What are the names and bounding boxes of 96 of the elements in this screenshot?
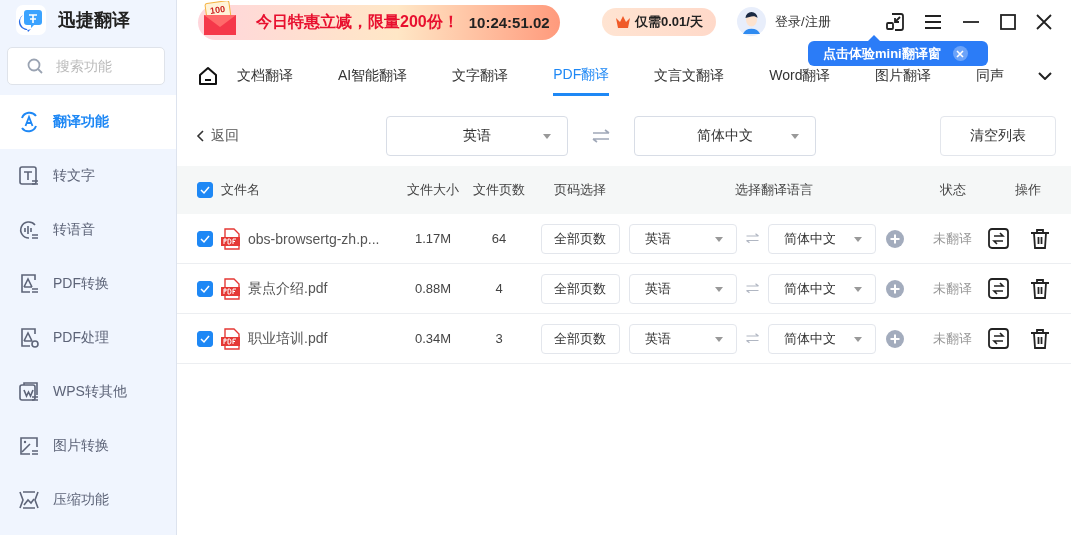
tab[interactable]: 同声: [976, 55, 1005, 96]
caret-icon: [543, 134, 551, 139]
image-icon: [18, 435, 40, 457]
source-language-dropdown[interactable]: 英语: [629, 223, 737, 254]
tab[interactable]: AI智能翻译: [338, 55, 408, 96]
caret-icon: [715, 286, 723, 292]
back-button[interactable]: 返回: [196, 127, 239, 145]
page-range-button[interactable]: 全部页数: [540, 323, 620, 354]
price-label: 仅需0.01/天: [635, 12, 703, 31]
chevron-left-icon: [196, 130, 204, 142]
price-badge[interactable]: 仅需0.01/天: [602, 7, 716, 36]
target-language-dropdown[interactable]: 简体中文: [634, 116, 816, 156]
sidebar-item[interactable]: PDF转换: [0, 257, 176, 311]
mini-window-icon[interactable]: [886, 12, 904, 31]
compress-icon: [18, 489, 40, 511]
pdf-settings-icon: [18, 327, 40, 349]
tab[interactable]: 文字翻译: [452, 55, 509, 96]
source-language-dropdown[interactable]: 英语: [629, 273, 737, 304]
checkbox[interactable]: [197, 182, 213, 199]
voice-icon: [18, 219, 40, 241]
text-icon: [18, 165, 40, 187]
promo-text: 今日特惠立减，限量200份！: [256, 12, 459, 32]
file-name: obs-browsertg-zh.p...: [248, 230, 380, 247]
checkbox[interactable]: [197, 330, 213, 347]
chevron-down-icon[interactable]: [1038, 71, 1052, 80]
table-cell: 0.88M: [414, 281, 452, 296]
avatar-icon: [737, 7, 766, 36]
home-icon[interactable]: [198, 65, 218, 86]
tab[interactable]: PDF翻译: [553, 55, 610, 96]
sidebar-item[interactable]: 压缩功能: [0, 473, 176, 527]
status-text: 未翻译: [933, 230, 972, 246]
trash-icon[interactable]: [1030, 228, 1050, 249]
target-language-dropdown[interactable]: 简体中文: [768, 273, 876, 304]
logo-icon: [18, 7, 44, 33]
tooltip-text: 点击体验mini翻译窗: [823, 44, 941, 63]
login-link[interactable]: 登录/注册: [737, 7, 831, 36]
caret-icon: [715, 336, 723, 342]
app-name: 迅捷翻译: [58, 9, 130, 32]
sidebar-item[interactable]: 转语音: [0, 203, 176, 257]
file-name: 景点介绍.pdf: [248, 279, 328, 298]
status-text: 未翻译: [933, 330, 972, 346]
sidebar-item[interactable]: PDF处理: [0, 311, 176, 365]
caret-icon: [854, 336, 862, 342]
trash-icon[interactable]: [1030, 328, 1050, 349]
column-header: 状态: [939, 182, 966, 197]
swap-icon[interactable]: [988, 328, 1009, 349]
caret-icon: [854, 286, 862, 292]
caret-icon: [791, 134, 799, 139]
pdf-file-icon: [220, 327, 242, 350]
page-range-button[interactable]: 全部页数: [540, 223, 620, 254]
table-cell: 4: [495, 281, 503, 296]
table-cell: 0.34M: [414, 331, 452, 346]
table-cell: 3: [495, 331, 503, 346]
translate-icon: [18, 111, 40, 133]
table-cell: 1.17M: [414, 231, 452, 246]
caret-icon: [854, 236, 862, 242]
trash-icon[interactable]: [1030, 278, 1050, 299]
column-header: 选择翻译语言: [735, 182, 813, 197]
check-icon: [199, 184, 211, 197]
menu-icon[interactable]: [924, 13, 942, 30]
sidebar-item[interactable]: WPS转其他: [0, 365, 176, 419]
clear-list-button[interactable]: 清空列表: [940, 116, 1056, 156]
search-icon: [27, 58, 43, 74]
badge-text: 100: [209, 3, 226, 16]
target-language-dropdown[interactable]: 简体中文: [768, 223, 876, 254]
tab[interactable]: 文档翻译: [237, 55, 293, 96]
swap-icon[interactable]: [988, 228, 1009, 249]
document-icon: [18, 381, 40, 403]
column-header: 文件名: [221, 182, 260, 197]
status-text: 未翻译: [933, 280, 972, 296]
table-cell: 64: [491, 231, 507, 246]
close-icon[interactable]: [1036, 13, 1052, 30]
sidebar-item[interactable]: 翻译功能: [0, 95, 176, 149]
source-language-dropdown[interactable]: 英语: [386, 116, 568, 156]
tab[interactable]: 文言文翻译: [654, 55, 725, 96]
page-range-button[interactable]: 全部页数: [540, 273, 620, 304]
column-header: 文件页数: [473, 182, 525, 197]
pdf-icon: [18, 273, 40, 295]
crown-icon: [615, 14, 632, 29]
column-header: 页码选择: [554, 182, 606, 197]
sidebar-item[interactable]: 图片转换: [0, 419, 176, 473]
maximize-icon[interactable]: [1000, 13, 1016, 30]
target-language-dropdown[interactable]: 简体中文: [768, 323, 876, 354]
sidebar-item[interactable]: 转文字: [0, 149, 176, 203]
swap-icon[interactable]: [988, 278, 1009, 299]
caret-icon: [715, 236, 723, 242]
checkbox[interactable]: [197, 280, 213, 297]
countdown-timer: 10:24:51.02: [468, 14, 550, 31]
file-name: 职业培训.pdf: [248, 329, 328, 348]
column-header: 文件大小: [407, 182, 459, 197]
search-field[interactable]: 搜索功能: [7, 47, 165, 85]
checkbox[interactable]: [197, 230, 213, 247]
source-language-dropdown[interactable]: 英语: [629, 323, 737, 354]
column-header: 操作: [1015, 182, 1041, 197]
pdf-file-icon: [220, 227, 242, 250]
pdf-file-icon: [220, 277, 242, 300]
